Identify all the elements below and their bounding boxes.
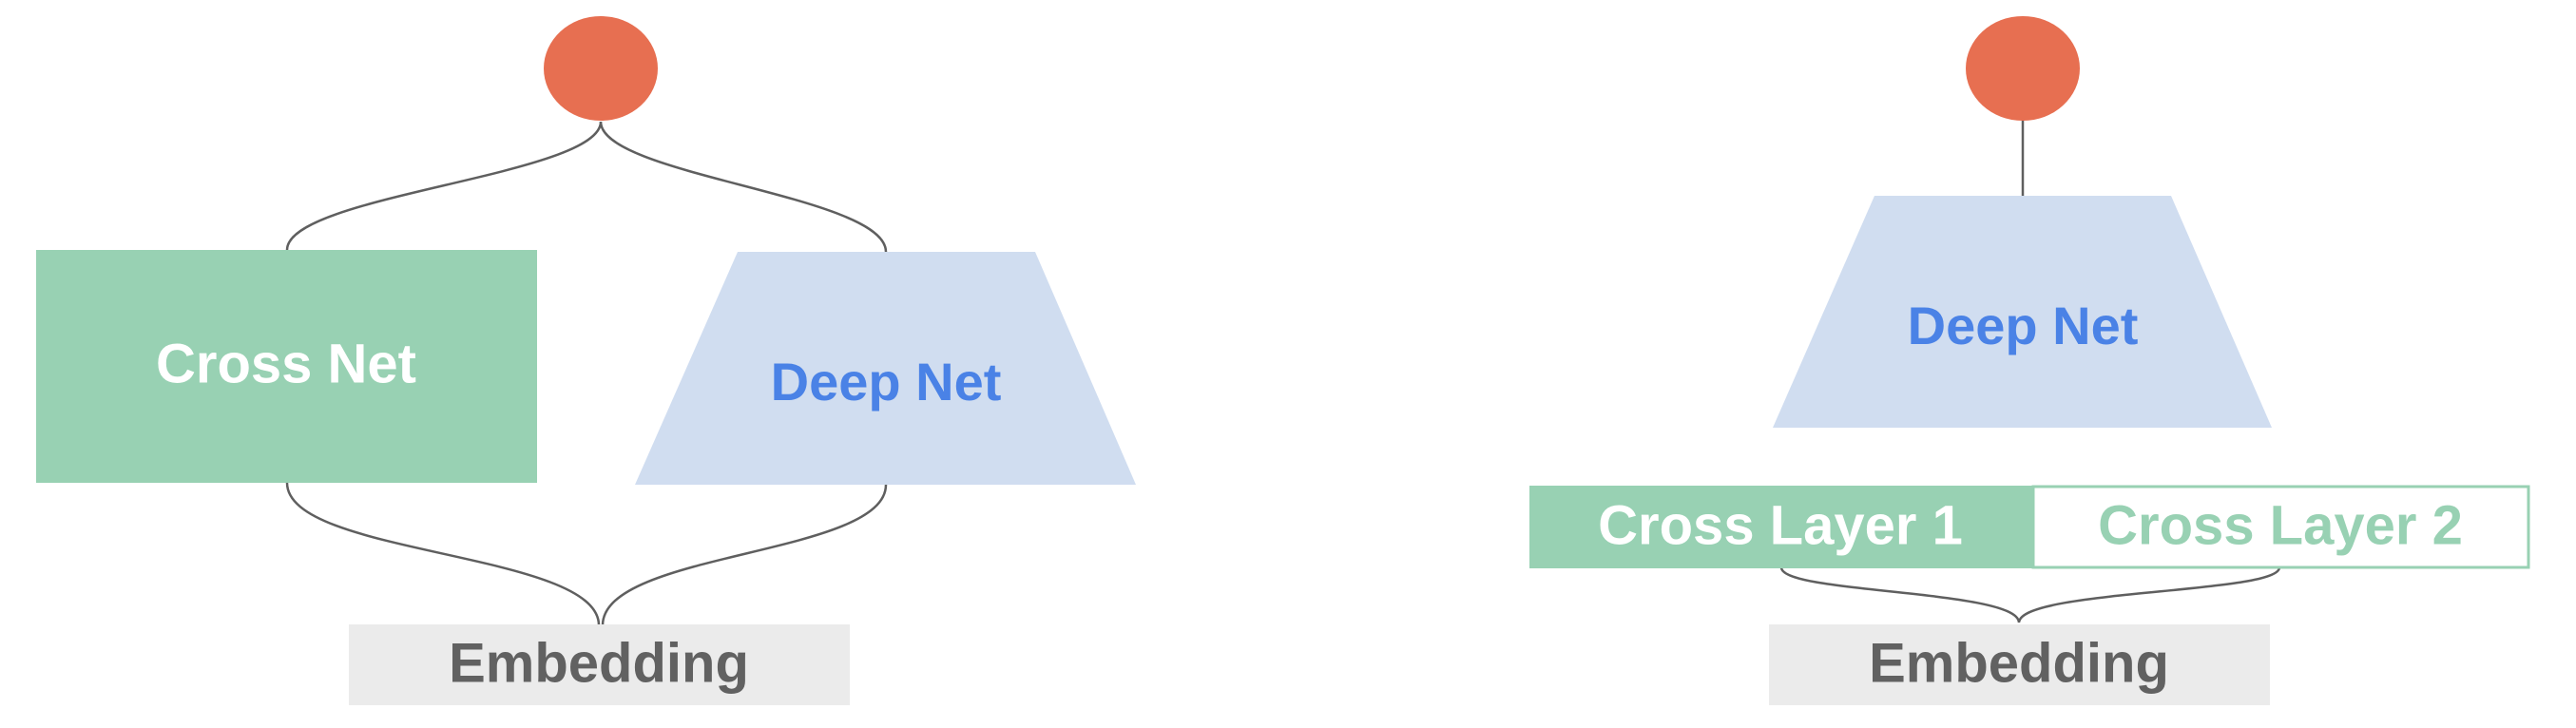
left-output-to-deep-wire (599, 121, 888, 253)
right-cross-layer-1-label: Cross Layer 1 (1598, 494, 1963, 556)
right-diagram: Deep Net Cross Layer 1 Cross Layer 2 Emb… (1529, 16, 2530, 705)
left-deep-to-embedding-wire (601, 484, 888, 626)
right-embedding-label: Embedding (1869, 632, 2169, 694)
right-output-node (1966, 16, 2080, 121)
left-cross-to-embedding-wire (285, 482, 601, 626)
left-deep-net-label: Deep Net (771, 352, 1002, 412)
right-cross-layers-to-embedding-brace (1779, 566, 2281, 623)
network-architecture-diagram: Cross Net Deep Net Embedding Deep Net Cr… (36, 16, 2530, 705)
left-output-node (544, 16, 658, 121)
left-diagram: Cross Net Deep Net Embedding (36, 16, 1136, 705)
right-deep-net-label: Deep Net (1908, 296, 2139, 355)
left-output-to-cross-wire (285, 121, 603, 251)
left-cross-net-label: Cross Net (156, 333, 416, 394)
right-cross-layer-2-label: Cross Layer 2 (2098, 494, 2463, 556)
left-embedding-label: Embedding (449, 632, 749, 694)
